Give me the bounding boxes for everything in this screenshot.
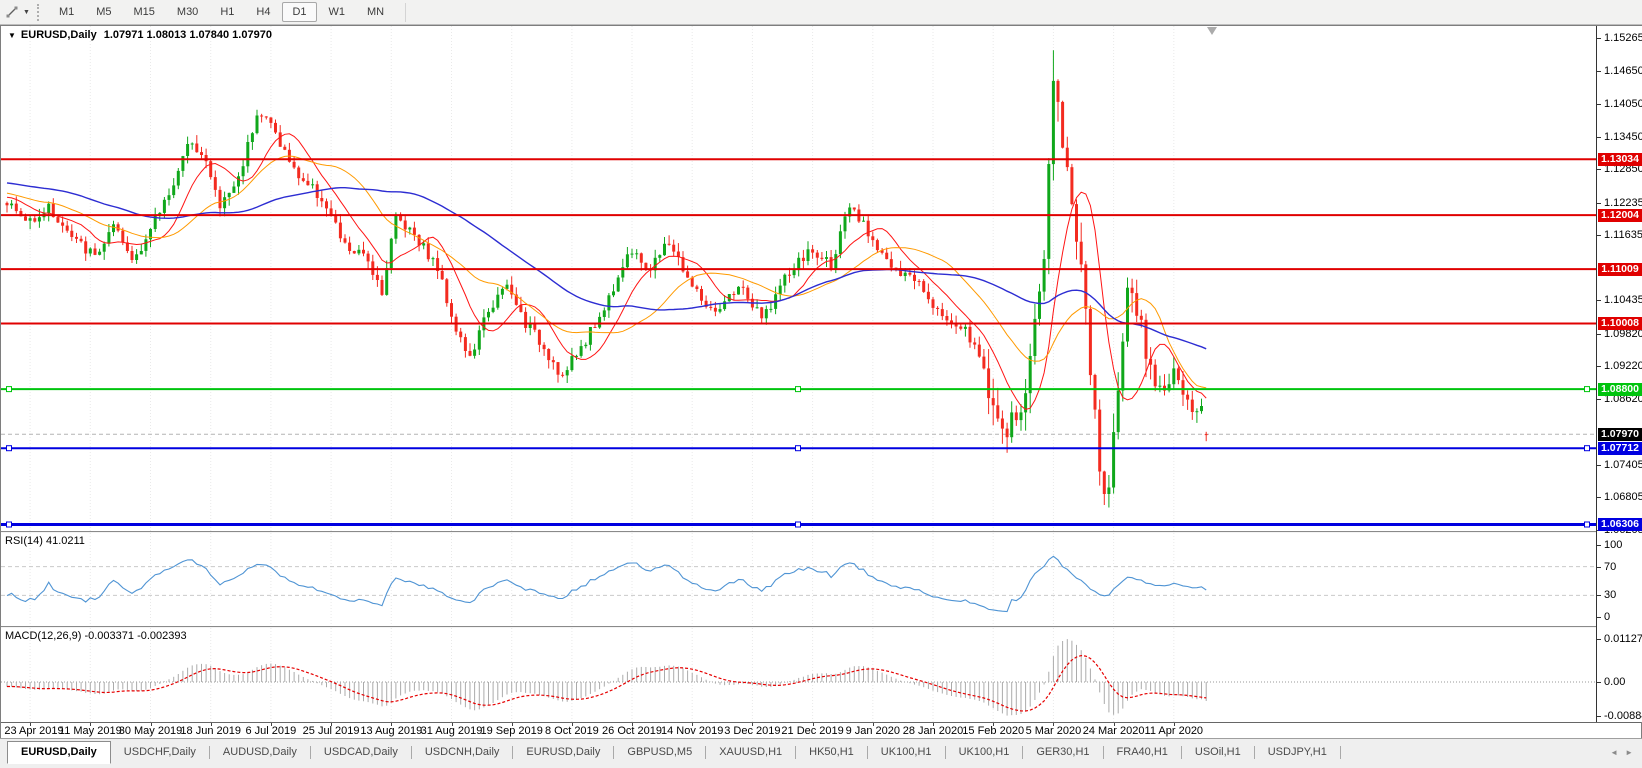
rsi-scale-label: 30 <box>1604 589 1616 601</box>
price-badge-line[interactable]: 1.07712 <box>1598 442 1642 455</box>
chart-tab-hk50-h1[interactable]: HK50,H1 <box>796 742 867 763</box>
date-label: 21 Dec 2019 <box>781 725 843 737</box>
macd-scale-label: 0.00 <box>1604 676 1625 688</box>
rsi-scale-label: 100 <box>1604 539 1622 551</box>
candlestick-chart-panel[interactable]: ▼ EURUSD,Daily 1.07971 1.08013 1.07840 1.0… <box>1 26 1596 531</box>
price-badge-current: 1.07970 <box>1598 428 1642 441</box>
price-axis[interactable]: 1.152651.146501.140501.134501.128501.122… <box>1596 26 1642 722</box>
date-label: 30 May 2019 <box>119 725 183 737</box>
candlestick-chart[interactable] <box>1 26 1596 531</box>
timeframe-buttons: M1M5M15M30H1H4D1W1MN <box>48 2 395 22</box>
rsi-scale-label: 70 <box>1604 561 1616 573</box>
timeframe-button-m30[interactable]: M30 <box>167 2 208 22</box>
chart-tab-bar: EURUSD,DailyUSDCHF,DailyAUDUSD,DailyUSDC… <box>0 738 1642 768</box>
rsi-scale-label: 0 <box>1604 611 1610 623</box>
rsi-indicator-panel[interactable]: RSI(14) 41.0211 <box>1 533 1596 626</box>
price-tick-label: 1.06805 <box>1604 491 1642 503</box>
price-tick-label: 1.11635 <box>1604 229 1642 241</box>
chart-shift-marker[interactable] <box>1207 27 1217 35</box>
date-label: 26 Oct 2019 <box>602 725 662 737</box>
date-label: 23 Apr 2019 <box>4 725 63 737</box>
date-label: 3 Dec 2019 <box>724 725 780 737</box>
price-badge-line[interactable]: 1.12004 <box>1598 209 1642 222</box>
price-tick-label: 1.09220 <box>1604 360 1642 372</box>
window-menu-icon[interactable]: ▼ <box>8 31 16 40</box>
price-badge-line[interactable]: 1.06306 <box>1598 518 1642 531</box>
macd-scale-label: -0.008845 <box>1604 710 1642 722</box>
date-label: 25 Jul 2019 <box>303 725 360 737</box>
date-label: 31 Aug 2019 <box>421 725 483 737</box>
chart-tab-usdjpy-h1[interactable]: USDJPY,H1 <box>1255 742 1340 763</box>
price-tick-label: 1.13450 <box>1604 131 1642 143</box>
date-label: 15 Feb 2020 <box>962 725 1024 737</box>
price-tick-label: 1.15265 <box>1604 32 1642 44</box>
price-tick-label: 1.14650 <box>1604 65 1642 77</box>
mt4-terminal: ▼ M1M5M15M30H1H4D1W1MN ▼ EURUSD,Daily 1.07… <box>0 0 1642 768</box>
chart-tab-uk100-h1[interactable]: UK100,H1 <box>946 742 1023 763</box>
date-label: 13 Aug 2019 <box>360 725 422 737</box>
toolbar-separator <box>405 3 406 22</box>
date-label: 14 Nov 2019 <box>661 725 723 737</box>
rsi-label: RSI(14) 41.0211 <box>5 535 85 547</box>
timeframe-toolbar: ▼ M1M5M15M30H1H4D1W1MN <box>0 0 1642 25</box>
date-label: 8 Oct 2019 <box>545 725 599 737</box>
toolbar-grip[interactable] <box>37 4 41 21</box>
timeframe-button-h4[interactable]: H4 <box>246 2 280 22</box>
date-label: 5 Mar 2020 <box>1026 725 1082 737</box>
symbol-timeframe-label: EURUSD,Daily <box>21 29 97 41</box>
price-tick-label: 1.12235 <box>1604 197 1642 209</box>
price-tick-label: 1.14050 <box>1604 98 1642 110</box>
tab-separator <box>1340 746 1341 759</box>
timeframe-button-d1[interactable]: D1 <box>282 2 316 22</box>
chart-tab-eurusd-daily[interactable]: EURUSD,Daily <box>7 741 111 764</box>
timeframe-button-h1[interactable]: H1 <box>210 2 244 22</box>
chart-tab-usdcad-daily[interactable]: USDCAD,Daily <box>311 742 411 763</box>
date-label: 11 Apr 2020 <box>1145 725 1204 737</box>
chart-tab-usoil-h1[interactable]: USOil,H1 <box>1182 742 1254 763</box>
chart-tab-ger30-h1[interactable]: GER30,H1 <box>1023 742 1102 763</box>
date-label: 19 Sep 2019 <box>480 725 542 737</box>
price-badge-line[interactable]: 1.08800 <box>1598 383 1642 396</box>
chart-window: ▼ EURUSD,Daily 1.07971 1.08013 1.07840 1.0… <box>0 25 1642 738</box>
date-label: 24 Mar 2020 <box>1083 725 1145 737</box>
timeframe-button-m15[interactable]: M15 <box>124 2 165 22</box>
rsi-chart[interactable] <box>1 533 1596 626</box>
timeframe-button-m1[interactable]: M1 <box>49 2 84 22</box>
tab-scroll-right-icon[interactable]: ► <box>1625 748 1633 757</box>
chart-tab-usdcnh-daily[interactable]: USDCNH,Daily <box>412 742 513 763</box>
chart-tab-audusd-daily[interactable]: AUDUSD,Daily <box>210 742 310 763</box>
timeframe-button-w1[interactable]: W1 <box>319 2 356 22</box>
tab-scroll-left-icon[interactable]: ◄ <box>1610 748 1618 757</box>
price-tick-label: 1.10435 <box>1604 294 1642 306</box>
date-label: 11 May 2019 <box>59 725 122 737</box>
date-label: 9 Jan 2020 <box>846 725 900 737</box>
timeframe-button-m5[interactable]: M5 <box>86 2 121 22</box>
chart-tab-fra40-h1[interactable]: FRA40,H1 <box>1104 742 1181 763</box>
chart-tab-eurusd-daily[interactable]: EURUSD,Daily <box>513 742 613 763</box>
price-badge-line[interactable]: 1.11009 <box>1598 263 1642 276</box>
macd-indicator-panel[interactable]: MACD(12,26,9) -0.003371 -0.002393 <box>1 628 1596 722</box>
macd-scale-label: 0.011277 <box>1604 633 1642 645</box>
chart-tab-xauusd-h1[interactable]: XAUUSD,H1 <box>706 742 795 763</box>
price-tick-label: 1.07405 <box>1604 459 1642 471</box>
macd-label: MACD(12,26,9) -0.003371 -0.002393 <box>5 630 187 642</box>
trendline-tool-icon[interactable] <box>5 5 20 20</box>
ohlc-values: 1.07971 1.08013 1.07840 1.07970 <box>104 29 272 41</box>
tab-scroll-buttons: ◄► <box>1603 748 1633 757</box>
price-badge-line[interactable]: 1.13034 <box>1598 153 1642 166</box>
date-label: 6 Jul 2019 <box>246 725 297 737</box>
macd-chart[interactable] <box>1 628 1596 722</box>
toolbar-tool-group: ▼ <box>0 4 48 21</box>
date-axis[interactable]: 23 Apr 201911 May 201930 May 201918 Jun … <box>1 722 1641 738</box>
chart-tab-gbpusd-m5[interactable]: GBPUSD,M5 <box>614 742 705 763</box>
date-label: 18 Jun 2019 <box>180 725 241 737</box>
chart-title: ▼ EURUSD,Daily 1.07971 1.08013 1.07840 1.0… <box>8 29 272 41</box>
chart-tab-uk100-h1[interactable]: UK100,H1 <box>868 742 945 763</box>
chart-tab-usdchf-daily[interactable]: USDCHF,Daily <box>111 742 209 763</box>
price-badge-line[interactable]: 1.10008 <box>1598 317 1642 330</box>
date-label: 28 Jan 2020 <box>903 725 964 737</box>
tool-dropdown-caret[interactable]: ▼ <box>23 9 30 16</box>
timeframe-button-mn[interactable]: MN <box>357 2 394 22</box>
